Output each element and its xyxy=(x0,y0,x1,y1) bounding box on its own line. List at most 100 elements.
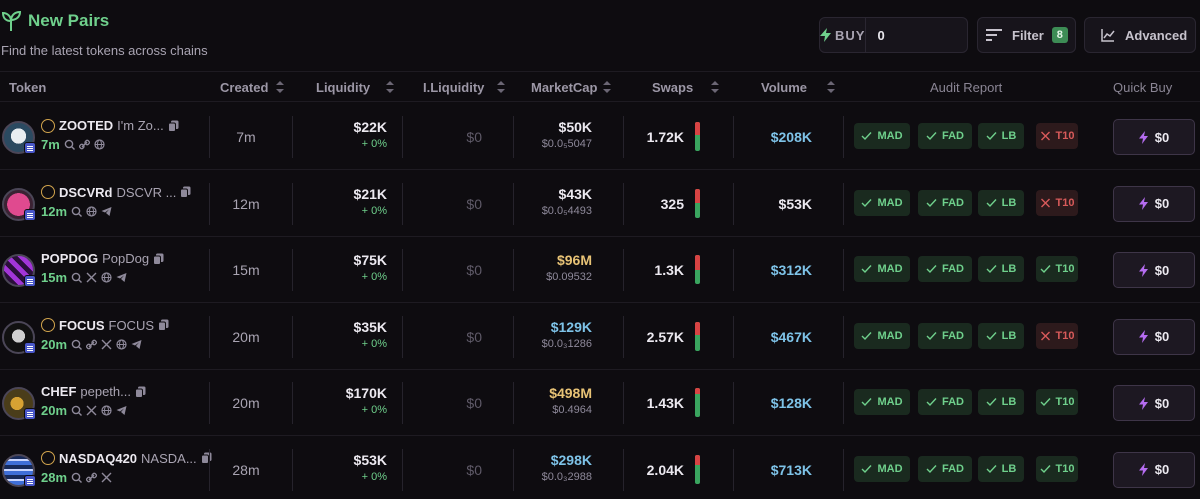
check-icon xyxy=(986,398,997,407)
x-icon[interactable] xyxy=(101,339,112,350)
token-meta: 20m xyxy=(41,403,127,418)
audit-label: MAD xyxy=(877,263,903,275)
x-icon[interactable] xyxy=(101,472,112,483)
filter-button[interactable]: Filter 8 xyxy=(977,17,1076,53)
table-row[interactable]: NASDAQ420 NASDA... 28m 28m $53K + 0% $0 … xyxy=(0,437,1200,499)
link-icon[interactable] xyxy=(86,472,98,483)
search-icon[interactable] xyxy=(71,272,83,283)
quick-buy-button[interactable]: $0 xyxy=(1113,318,1195,355)
quick-buy-button[interactable]: $0 xyxy=(1113,252,1195,288)
solana-chain-icon xyxy=(24,275,36,287)
table-row[interactable]: FOCUS FOCUS 20m 20m $35K + 0% $0 $129K $… xyxy=(0,304,1200,370)
quick-buy-button[interactable]: $0 xyxy=(1113,185,1195,222)
search-icon[interactable] xyxy=(71,472,83,483)
quick-buy-button[interactable]: $0 xyxy=(1113,385,1195,421)
sprout-icon xyxy=(2,10,22,31)
globe-icon[interactable] xyxy=(116,338,127,350)
token-symbol[interactable]: POPDOG xyxy=(41,251,98,266)
buy-sell-ratio-bar xyxy=(695,188,700,218)
quick-buy-button[interactable]: $0 xyxy=(1113,119,1195,155)
audit-label: LB xyxy=(1001,130,1017,142)
globe-icon[interactable] xyxy=(101,405,112,416)
quick-buy-button[interactable]: $0 xyxy=(1113,451,1195,488)
liquidity-value: $22K xyxy=(353,119,387,135)
column-divider xyxy=(623,448,624,491)
copy-icon[interactable] xyxy=(158,319,169,331)
search-icon[interactable] xyxy=(71,339,83,350)
token-symbol[interactable]: DSCVRd xyxy=(59,185,112,200)
audit-label: FAD xyxy=(942,196,964,209)
token-symbol[interactable]: ZOOTED xyxy=(59,118,113,133)
audit-label: T10 xyxy=(1055,462,1075,475)
col-liquidity[interactable]: Liquidity xyxy=(316,80,370,95)
col-marketcap[interactable]: MarketCap xyxy=(531,80,597,95)
token-symbol[interactable]: CHEF xyxy=(41,384,76,399)
token-meta: 20m xyxy=(41,337,142,352)
search-icon[interactable] xyxy=(71,405,83,416)
token-symbol[interactable]: NASDAQ420 xyxy=(59,451,137,466)
liquidity-cell: $170K + 0% xyxy=(307,385,387,416)
sort-icon[interactable] xyxy=(276,81,284,93)
audit-label: FAD xyxy=(942,329,964,342)
col-swaps[interactable]: Swaps xyxy=(652,80,693,95)
table-row[interactable]: ZOOTED I'm Zo... 7m 7m $22K + 0% $0 $50K… xyxy=(0,104,1200,170)
x-icon[interactable] xyxy=(86,272,97,283)
sort-icon[interactable] xyxy=(603,81,611,93)
column-divider xyxy=(733,315,734,358)
telegram-icon[interactable] xyxy=(131,339,142,350)
lightning-icon xyxy=(1138,197,1148,210)
search-icon[interactable] xyxy=(64,139,75,150)
liquidity-cell: $35K + 0% xyxy=(307,319,387,350)
token-symbol[interactable]: FOCUS xyxy=(59,318,105,333)
pump-icon xyxy=(41,118,55,133)
solana-chain-icon xyxy=(24,208,36,221)
table-header: Token Created Liquidity I.Liquidity Mark… xyxy=(0,71,1200,102)
telegram-icon[interactable] xyxy=(116,405,127,416)
link-icon[interactable] xyxy=(78,139,90,150)
telegram-icon[interactable] xyxy=(116,272,127,283)
col-volume[interactable]: Volume xyxy=(761,80,807,95)
sort-icon[interactable] xyxy=(827,81,835,93)
sort-icon[interactable] xyxy=(497,81,505,93)
sort-icon[interactable] xyxy=(386,81,394,93)
marketcap-value: $50K xyxy=(558,119,592,135)
liquidity-value: $53K xyxy=(353,451,387,468)
table-row[interactable]: CHEF pepeth... 20m 20m $170K + 0% $0 $49… xyxy=(0,370,1200,436)
col-created[interactable]: Created xyxy=(220,80,268,95)
copy-icon[interactable] xyxy=(153,253,164,265)
audit-badge-lb: LB xyxy=(978,455,1024,482)
copy-icon[interactable] xyxy=(200,452,212,464)
column-divider xyxy=(623,315,624,358)
audit-label: LB xyxy=(1001,462,1017,475)
lightning-icon xyxy=(1138,130,1148,144)
table-row[interactable]: DSCVRd DSCVR ... 12m 12m $21K + 0% $0 $4… xyxy=(0,171,1200,237)
globe-icon[interactable] xyxy=(101,272,112,283)
column-divider xyxy=(402,315,403,358)
col-initial-liquidity[interactable]: I.Liquidity xyxy=(423,80,484,95)
initial-liquidity-cell: $0 xyxy=(466,328,482,345)
globe-icon[interactable] xyxy=(86,205,97,217)
telegram-icon[interactable] xyxy=(101,206,112,217)
page-header: New Pairs Find the latest tokens across … xyxy=(0,0,1200,70)
check-icon xyxy=(861,464,872,473)
x-icon[interactable] xyxy=(86,405,97,416)
liquidity-change: + 0% xyxy=(361,337,387,350)
pump-icon xyxy=(41,451,55,465)
search-icon[interactable] xyxy=(71,206,83,217)
sort-icon[interactable] xyxy=(711,81,719,93)
copy-icon[interactable] xyxy=(180,186,191,198)
globe-icon[interactable] xyxy=(94,139,105,150)
marketcap-cell: $129K $0.0₃1286 xyxy=(510,319,592,350)
audit-label: T10 xyxy=(1055,130,1075,142)
buy-mode-button[interactable]: BUY xyxy=(820,18,867,52)
column-divider xyxy=(402,448,403,491)
table-row[interactable]: POPDOG PopDog 15m 15m $75K + 0% $0 $96M … xyxy=(0,237,1200,303)
swaps-value: 2.57K xyxy=(646,328,684,345)
link-icon[interactable] xyxy=(86,339,98,350)
audit-label: LB xyxy=(1001,396,1017,408)
quick-buy-amount: $0 xyxy=(1154,329,1170,344)
copy-icon[interactable] xyxy=(167,120,179,132)
copy-icon[interactable] xyxy=(135,386,146,398)
advanced-button[interactable]: Advanced xyxy=(1084,17,1196,53)
filter-label: Filter xyxy=(1012,27,1044,43)
